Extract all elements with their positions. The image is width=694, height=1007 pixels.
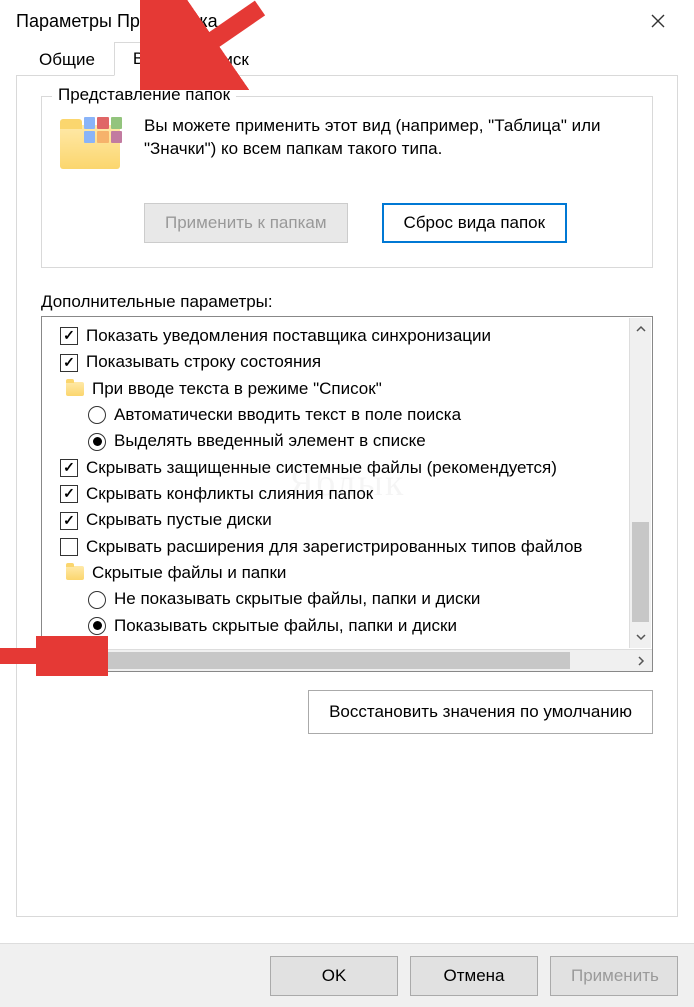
scroll-down-icon[interactable] <box>630 626 651 648</box>
apply-to-folders-button: Применить к папкам <box>144 203 348 243</box>
group-legend: Представление папок <box>52 85 236 105</box>
checkbox-icon[interactable] <box>60 327 78 345</box>
scroll-thumb[interactable] <box>632 522 649 622</box>
folder-views-group: Представление папок Вы можете применить … <box>41 96 653 268</box>
checkbox-icon[interactable] <box>60 459 78 477</box>
advanced-settings-list[interactable]: Яблык Показать уведомления поставщика си… <box>41 316 653 672</box>
checkbox-icon[interactable] <box>60 354 78 372</box>
restore-defaults-button[interactable]: Восстановить значения по умолчанию <box>308 690 653 734</box>
folder-icon <box>66 382 84 396</box>
opt-label: Скрывать защищенные системные файлы (рек… <box>86 455 557 481</box>
opt-label: Автоматически вводить текст в поле поиск… <box>114 402 461 428</box>
opt-label: Скрытые файлы и папки <box>92 560 286 586</box>
tab-panel: Представление папок Вы можете применить … <box>16 75 678 917</box>
opt-label: Показать уведомления поставщика синхрони… <box>86 323 491 349</box>
window-title: Параметры Проводника <box>16 11 218 32</box>
opt-sync-notifications[interactable]: Показать уведомления поставщика синхрони… <box>60 323 652 349</box>
opt-typing-header: При вводе текста в режиме "Список" <box>60 376 652 402</box>
radio-icon[interactable] <box>88 433 106 451</box>
radio-icon[interactable] <box>88 406 106 424</box>
reset-folders-button[interactable]: Сброс вида папок <box>382 203 568 243</box>
radio-icon[interactable] <box>88 591 106 609</box>
opt-label: Скрывать пустые диски <box>86 507 272 533</box>
opt-typing-select[interactable]: Выделять введенный элемент в списке <box>60 428 652 454</box>
opt-hide-extensions[interactable]: Скрывать расширения для зарегистрированн… <box>60 534 652 560</box>
dialog-footer: OK Отмена Применить <box>0 943 694 1007</box>
opt-hide-merge[interactable]: Скрывать конфликты слияния папок <box>60 481 652 507</box>
folder-icon <box>60 119 120 179</box>
close-icon[interactable] <box>638 6 678 36</box>
checkbox-icon[interactable] <box>60 512 78 530</box>
tab-general[interactable]: Общие <box>20 43 114 76</box>
folder-icon <box>66 566 84 580</box>
opt-label: При вводе текста в режиме "Список" <box>92 376 382 402</box>
opt-typing-search[interactable]: Автоматически вводить текст в поле поиск… <box>60 402 652 428</box>
scroll-thumb[interactable] <box>64 652 570 669</box>
scroll-right-icon[interactable] <box>630 650 652 672</box>
opt-label: Не показывать скрытые файлы, папки и дис… <box>114 586 480 612</box>
opt-hidden-yes[interactable]: Показывать скрытые файлы, папки и диски <box>60 613 652 639</box>
cancel-button[interactable]: Отмена <box>410 956 538 996</box>
opt-label: Показывать строку состояния <box>86 349 321 375</box>
titlebar: Параметры Проводника <box>0 0 694 42</box>
checkbox-icon[interactable] <box>60 538 78 556</box>
group-text: Вы можете применить этот вид (например, … <box>144 115 634 179</box>
opt-hide-empty-drives[interactable]: Скрывать пустые диски <box>60 507 652 533</box>
tab-view[interactable]: Вид <box>114 42 183 76</box>
scroll-up-icon[interactable] <box>630 318 651 340</box>
horizontal-scrollbar[interactable] <box>42 649 652 671</box>
opt-label: Выделять введенный элемент в списке <box>114 428 426 454</box>
tabstrip: Общие Вид Поиск <box>0 42 694 76</box>
apply-button[interactable]: Применить <box>550 956 678 996</box>
vertical-scrollbar[interactable] <box>629 318 651 648</box>
ok-button[interactable]: OK <box>270 956 398 996</box>
scroll-left-icon[interactable] <box>42 650 64 672</box>
opt-hide-protected[interactable]: Скрывать защищенные системные файлы (рек… <box>60 455 652 481</box>
opt-label: Скрывать расширения для зарегистрированн… <box>86 534 582 560</box>
opt-label: Скрывать конфликты слияния папок <box>86 481 373 507</box>
opt-hidden-no[interactable]: Не показывать скрытые файлы, папки и дис… <box>60 586 652 612</box>
opt-status-bar[interactable]: Показывать строку состояния <box>60 349 652 375</box>
advanced-label: Дополнительные параметры: <box>41 292 653 312</box>
opt-hidden-header: Скрытые файлы и папки <box>60 560 652 586</box>
opt-label: Показывать скрытые файлы, папки и диски <box>114 613 457 639</box>
checkbox-icon[interactable] <box>60 485 78 503</box>
tab-search[interactable]: Поиск <box>183 43 268 76</box>
radio-icon[interactable] <box>88 617 106 635</box>
